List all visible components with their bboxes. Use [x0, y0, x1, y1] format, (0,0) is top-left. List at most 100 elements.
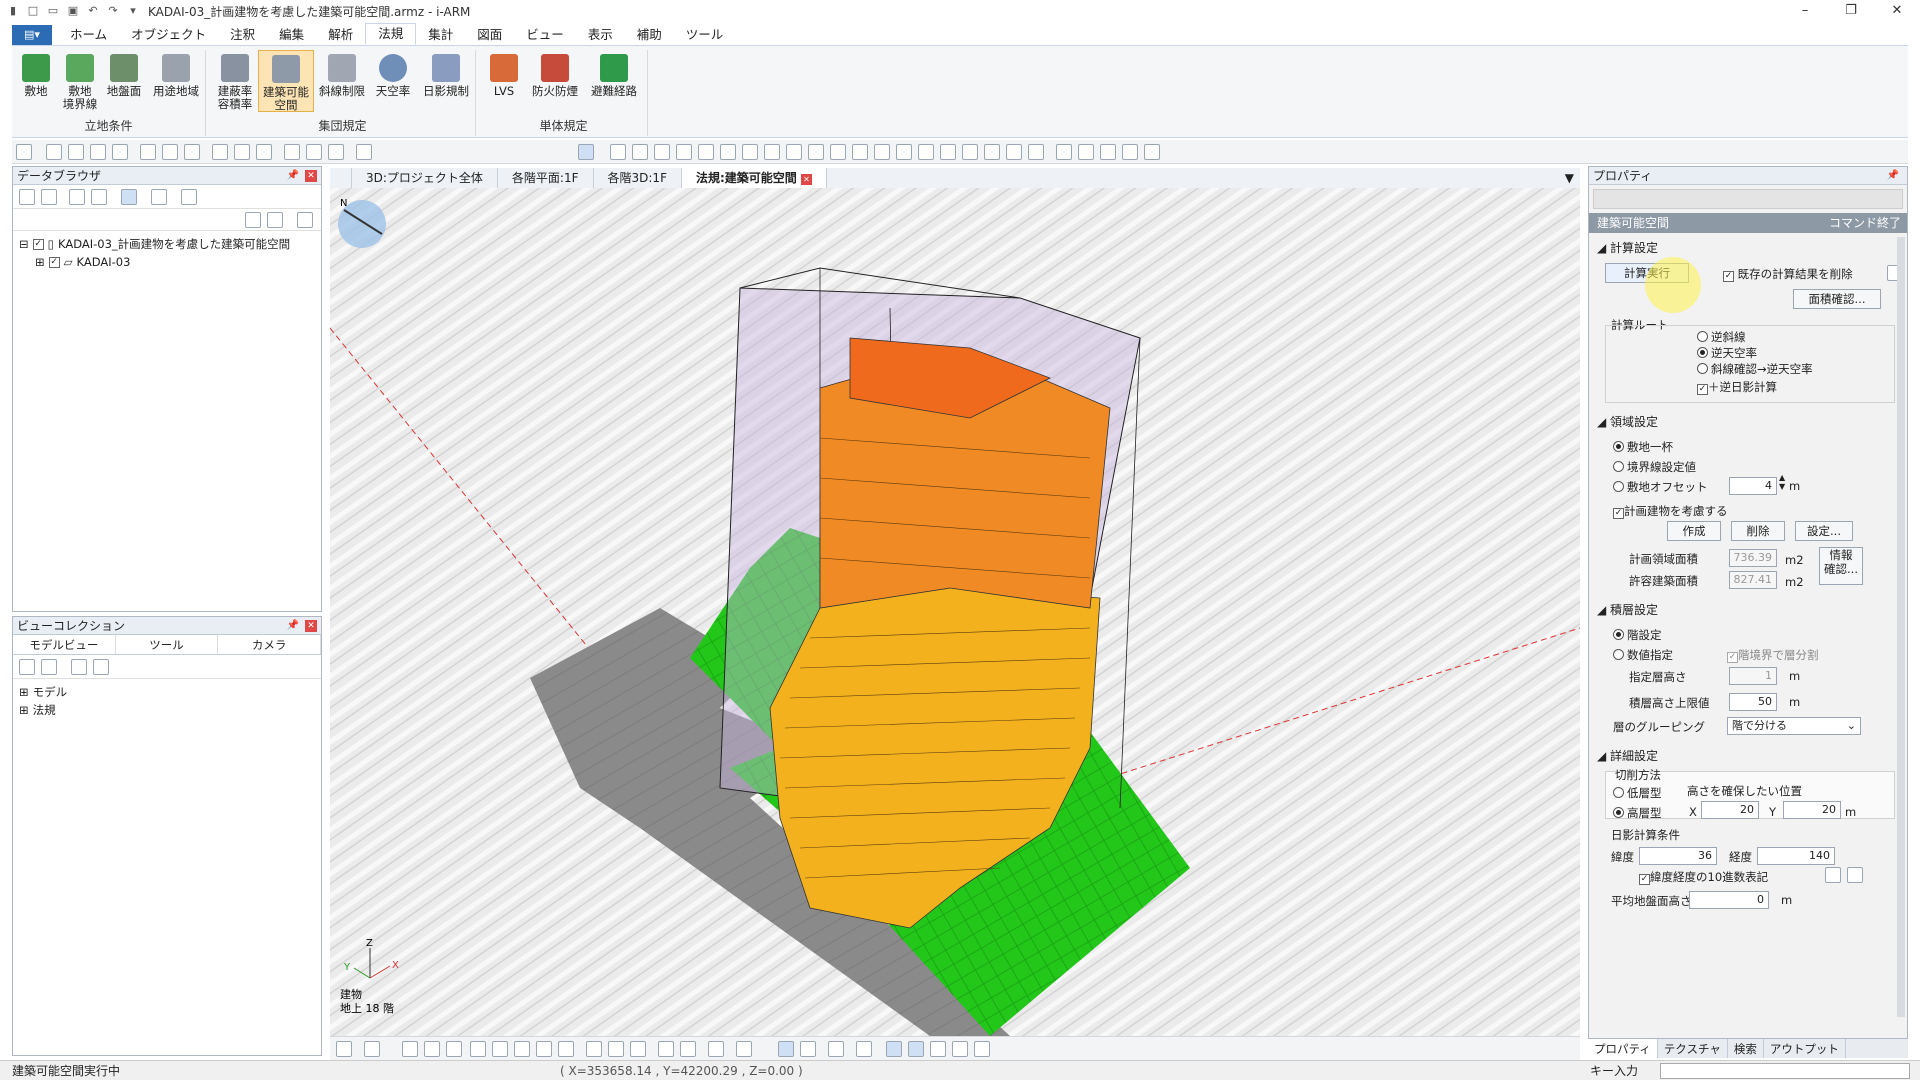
menu-aggregate[interactable]: 集計 — [416, 25, 465, 45]
tool-13-icon[interactable] — [874, 144, 890, 160]
buildable-space-button[interactable]: 建築可能 空間 — [258, 50, 314, 112]
diagonal-snap-icon[interactable] — [140, 144, 156, 160]
settings-button[interactable]: 設定... — [1795, 521, 1853, 541]
tab-model-view[interactable]: モデルビュー — [13, 635, 116, 654]
view-copy-icon[interactable] — [19, 659, 35, 675]
tree-filter-icon[interactable] — [121, 189, 137, 205]
3d-scene[interactable]: N Z X Y 建物 地上 18 階 — [330, 188, 1580, 1036]
text-tool-icon[interactable] — [1100, 144, 1116, 160]
minimize-icon[interactable]: – — [1782, 0, 1828, 22]
properties-scrollbar[interactable] — [1897, 237, 1905, 1017]
app-menu-button[interactable]: ▤▾ — [12, 25, 52, 45]
menu-home[interactable]: ホーム — [58, 25, 119, 45]
site-button[interactable]: 敷地 — [16, 50, 56, 112]
tree-layer-icon[interactable] — [41, 189, 57, 205]
avg-ground-input[interactable]: 0 — [1689, 891, 1769, 909]
stack-by-floor[interactable]: 階設定 — [1613, 627, 1662, 643]
hidden-line-icon[interactable] — [908, 1041, 924, 1057]
menu-tools[interactable]: ツール — [674, 25, 736, 45]
view-paste-icon[interactable] — [41, 659, 57, 675]
command-end-button[interactable]: コマンド終了 — [1829, 213, 1901, 233]
tree-checkbox[interactable]: ✓ — [32, 238, 44, 250]
tool-17-icon[interactable] — [962, 144, 978, 160]
screen-icon[interactable] — [630, 1041, 646, 1057]
menu-drawing[interactable]: 図面 — [465, 25, 514, 45]
tool-5-icon[interactable] — [698, 144, 714, 160]
perpendicular-snap-icon[interactable] — [162, 144, 178, 160]
route-reverse-sky[interactable]: 逆天空率 — [1697, 345, 1757, 361]
filter-dropdown-icon[interactable] — [245, 212, 261, 228]
zoom-icon[interactable] — [514, 1041, 530, 1057]
tool-19-icon[interactable] — [1006, 144, 1022, 160]
create-button[interactable]: 作成 — [1667, 521, 1721, 541]
print-icon[interactable] — [952, 1041, 968, 1057]
site-boundary-button[interactable]: 敷地 境界線 — [60, 50, 100, 112]
tool-21-icon[interactable] — [1056, 144, 1072, 160]
filter-view-icon[interactable] — [778, 1041, 794, 1057]
render-icon[interactable] — [424, 1041, 440, 1057]
shadow-regulation-button[interactable]: 日影規制 — [418, 50, 474, 112]
cube-view-icon[interactable] — [828, 1041, 844, 1057]
menu-assist[interactable]: 補助 — [625, 25, 674, 45]
grid-view-icon[interactable] — [680, 1041, 696, 1057]
stack-by-number[interactable]: 数値指定 — [1613, 647, 1673, 663]
route-check-sky[interactable]: 斜線確認→逆天空率 — [1697, 361, 1813, 377]
save-icon[interactable]: ▣ — [66, 4, 80, 18]
view-delete-icon[interactable] — [93, 659, 109, 675]
undo-icon[interactable]: ↶ — [86, 4, 100, 18]
refresh-icon[interactable] — [470, 1041, 486, 1057]
select-arrow-icon[interactable] — [16, 144, 32, 160]
tool-2-icon[interactable] — [632, 144, 648, 160]
layer-icon[interactable] — [658, 1041, 674, 1057]
ground-level-button[interactable]: 地盤面 — [104, 50, 144, 112]
grouping-select[interactable]: 階で分ける ⌄ — [1727, 717, 1861, 735]
tool-22-icon[interactable] — [1078, 144, 1094, 160]
tool-6-icon[interactable] — [720, 144, 736, 160]
menu-view[interactable]: ビュー — [514, 25, 576, 45]
cut-high-rise[interactable]: 高層型 — [1613, 805, 1662, 821]
section-icon[interactable] — [402, 1041, 418, 1057]
tab-properties[interactable]: プロパティ — [1588, 1039, 1658, 1058]
tab-camera[interactable]: カメラ — [218, 635, 322, 654]
expand-plus-icon[interactable]: ⊞ — [35, 253, 45, 271]
tool-3-icon[interactable] — [654, 144, 670, 160]
line-snap-icon[interactable] — [46, 144, 62, 160]
tree-checkbox[interactable]: ✓ — [48, 256, 60, 268]
inverse-shadow-checkbox[interactable]: ✓ ＋逆日影計算 — [1697, 379, 1777, 395]
tab-list-dropdown-icon[interactable]: ▼ — [1565, 168, 1580, 188]
info-check-button[interactable]: 情報 確認... — [1819, 547, 1863, 585]
upper-limit-input[interactable]: 50 — [1729, 693, 1777, 711]
close-icon[interactable]: ✕ — [1874, 0, 1920, 22]
fire-smoke-button[interactable]: 防火防煙 — [528, 50, 582, 112]
close-tab-icon[interactable]: ✕ — [800, 174, 812, 185]
tree-add-icon[interactable] — [151, 189, 167, 205]
tab-floor-plan-1f[interactable]: 各階平面:1F — [498, 168, 594, 188]
walk-icon[interactable] — [586, 1041, 602, 1057]
grid-snap-icon[interactable] — [256, 144, 272, 160]
segment-snap-icon[interactable] — [68, 144, 84, 160]
circle-snap-icon[interactable] — [184, 144, 200, 160]
object-select-icon[interactable] — [578, 144, 594, 160]
region-full-site[interactable]: 敷地一杯 — [1613, 439, 1673, 455]
menu-object[interactable]: オブジェクト — [119, 25, 218, 45]
tab-output[interactable]: アウトプット — [1764, 1039, 1846, 1058]
globe-icon[interactable] — [1825, 867, 1841, 883]
view-new-icon[interactable] — [71, 659, 87, 675]
lvs-button[interactable]: LVS — [484, 50, 524, 112]
y-input[interactable]: 20 — [1783, 801, 1841, 819]
floor-height-input[interactable]: 1 — [1729, 667, 1777, 685]
menu-annotation[interactable]: 注釈 — [218, 25, 267, 45]
extra-snap-icon[interactable] — [356, 144, 372, 160]
pin-icon[interactable]: 📌 — [287, 167, 299, 185]
tab-tools[interactable]: ツール — [116, 635, 219, 654]
key-input-field[interactable] — [1660, 1063, 1910, 1079]
object-view-icon[interactable] — [708, 1041, 724, 1057]
tree-item-model[interactable]: ⊞ モデル — [19, 683, 315, 701]
tool-7-icon[interactable] — [742, 144, 758, 160]
tool-20-icon[interactable] — [1028, 144, 1044, 160]
tab-texture[interactable]: テクスチャ — [1658, 1039, 1728, 1058]
menu-analysis[interactable]: 解析 — [316, 25, 365, 45]
x-input[interactable]: 20 — [1701, 801, 1759, 819]
longitude-input[interactable]: 140 — [1757, 847, 1835, 865]
shaded-edges-icon[interactable] — [930, 1041, 946, 1057]
